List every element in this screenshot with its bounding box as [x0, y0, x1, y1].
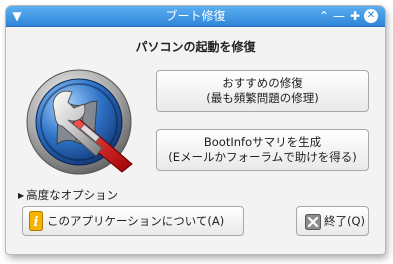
chevron-up-icon[interactable]: ⌃ — [317, 8, 331, 24]
titlebar: ▼ ブート修復 ⌃ — ✚ ✕ — [6, 6, 385, 27]
minimize-icon[interactable]: — — [332, 8, 346, 24]
info-icon: i — [29, 211, 43, 231]
about-button-label: このアプリケーションについて(A) — [47, 214, 225, 228]
quit-button[interactable]: 終了(Q) — [296, 206, 369, 236]
advanced-options-label: 高度なオプション — [26, 188, 119, 202]
recommended-repair-label: おすすめの修復 — [222, 76, 303, 90]
recommended-repair-sublabel: (最も頻繁問題の修理) — [206, 91, 319, 105]
bootinfo-summary-sublabel: (Eメールかフォーラムで助けを得る) — [168, 150, 357, 164]
bootinfo-summary-label: BootInfoサマリを生成 — [203, 135, 322, 149]
boot-repair-window: ▼ ブート修復 ⌃ — ✚ ✕ パソコンの起動を修復 おすすめの修復 (最も頻繁… — [6, 6, 385, 254]
close-icon — [305, 214, 321, 230]
bootinfo-summary-button[interactable]: BootInfoサマリを生成 (Eメールかフォーラムで助けを得る) — [156, 129, 369, 171]
close-icon[interactable]: ✕ — [364, 9, 378, 23]
page-title: パソコンの起動を修復 — [135, 40, 256, 54]
boot-repair-logo-icon — [26, 69, 133, 175]
quit-button-label: 終了(Q) — [324, 214, 366, 228]
triangle-right-icon: ▶ — [18, 191, 25, 200]
maximize-icon[interactable]: ✚ — [348, 8, 362, 24]
advanced-options-expander[interactable]: ▶ 高度なオプション — [18, 187, 118, 203]
about-button[interactable]: i このアプリケーションについて(A) — [22, 206, 244, 236]
recommended-repair-button[interactable]: おすすめの修復 (最も頻繁問題の修理) — [156, 70, 369, 112]
svg-text:i: i — [34, 215, 39, 230]
